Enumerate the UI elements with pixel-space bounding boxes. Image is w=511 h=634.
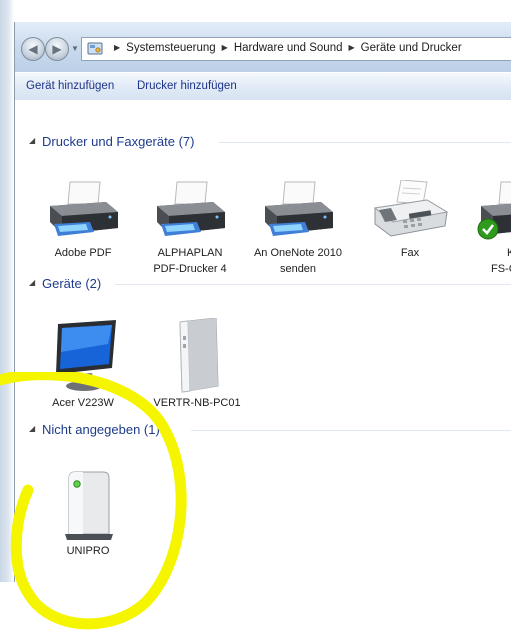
breadcrumb-arrow-icon[interactable]: ▶ [114,43,120,52]
navigation-bar: ◀ ▶ ▼ ▶ Systemsteuerung ▶ Hardware und Soun… [15,22,511,72]
device-fax[interactable]: Fax [365,180,455,262]
device-acer-v223w[interactable]: Acer V223W [38,318,128,410]
device-list: ◢ Drucker und Faxgeräte (7) Adobe PDF AL… [15,100,511,582]
breadcrumb-systemsteuerung[interactable]: Systemsteuerung [126,42,216,54]
breadcrumb-arrow-icon[interactable]: ▶ [222,43,228,52]
desktop-strip [0,0,511,22]
default-printer-check-icon [477,218,499,240]
device-label: VERTR-NB-PC01 [153,397,241,409]
device-label: Acer V223W [52,397,114,409]
device-adobe-pdf[interactable]: Adobe PDF [38,180,128,262]
control-panel-icon [87,42,103,55]
add-printer-button[interactable]: Drucker hinzufügen [137,80,237,92]
device-unipro[interactable]: UNIPRO [43,470,133,558]
printer-icon [265,181,333,236]
recent-pages-dropdown-icon[interactable]: ▼ [71,44,79,53]
device-label: An OneNote 2010 [253,247,343,259]
computer-tower-icon [179,318,219,393]
device-label: K [465,246,511,260]
breadcrumb-hardware-und-sound[interactable]: Hardware und Sound [234,42,343,54]
devices-and-printers-window: ◀ ▶ ▼ ▶ Systemsteuerung ▶ Hardware und Soun… [14,22,511,582]
below-window-area [0,582,511,627]
device-kyocera-fs-c5[interactable]: K FS-C5 [465,180,511,276]
back-button[interactable]: ◀ [21,37,45,61]
device-vertr-nb-pc01[interactable]: VERTR-NB-PC01 [152,318,242,410]
group-title-devices: Geräte (2) [42,276,102,291]
device-label: Fax [400,247,420,259]
device-label-line2: PDF-Drucker 4 [153,263,227,275]
breadcrumb-arrow-icon[interactable]: ▶ [349,43,355,52]
breadcrumb: ▶ Systemsteuerung ▶ Hardware und Sound ▶ Gerä… [108,42,462,54]
collapse-triangle-icon[interactable]: ◢ [29,136,35,145]
group-header-unspecified[interactable]: ◢ Nicht angegeben (1) [29,422,511,440]
fax-icon [373,180,449,237]
printer-icon [50,181,118,236]
collapse-triangle-icon[interactable]: ◢ [29,424,35,433]
breadcrumb-geraete-und-drucker[interactable]: Geräte und Drucker [361,42,462,54]
group-divider [115,284,511,285]
device-label-line2: FS-C5 [491,263,511,275]
group-header-devices[interactable]: ◢ Geräte (2) [29,276,511,294]
device-label: Adobe PDF [54,247,112,259]
window-frame-left [0,0,14,627]
group-header-printers[interactable]: ◢ Drucker und Faxgeräte (7) [29,134,511,152]
device-alphaplan-pdf-drucker[interactable]: ALPHAPLAN PDF-Drucker 4 [145,180,235,276]
command-bar: Gerät hinzufügen Drucker hinzufügen [15,72,511,101]
device-label: UNIPRO [66,545,110,557]
group-divider [219,142,511,143]
group-title-printers: Drucker und Faxgeräte (7) [42,134,195,149]
printer-icon [157,181,225,236]
monitor-icon [56,320,116,391]
forward-button[interactable]: ▶ [45,37,69,61]
group-divider [191,430,511,431]
group-title-unspecified: Nicht angegeben (1) [42,422,160,437]
device-onenote-2010[interactable]: An OneNote 2010 senden [253,180,343,276]
generic-device-icon [65,471,113,540]
address-bar[interactable]: ▶ Systemsteuerung ▶ Hardware und Sound ▶ Gerä… [81,37,511,61]
collapse-triangle-icon[interactable]: ◢ [29,278,35,287]
device-label: ALPHAPLAN [157,247,223,259]
add-device-button[interactable]: Gerät hinzufügen [26,80,114,92]
device-label-line2: senden [279,263,317,275]
